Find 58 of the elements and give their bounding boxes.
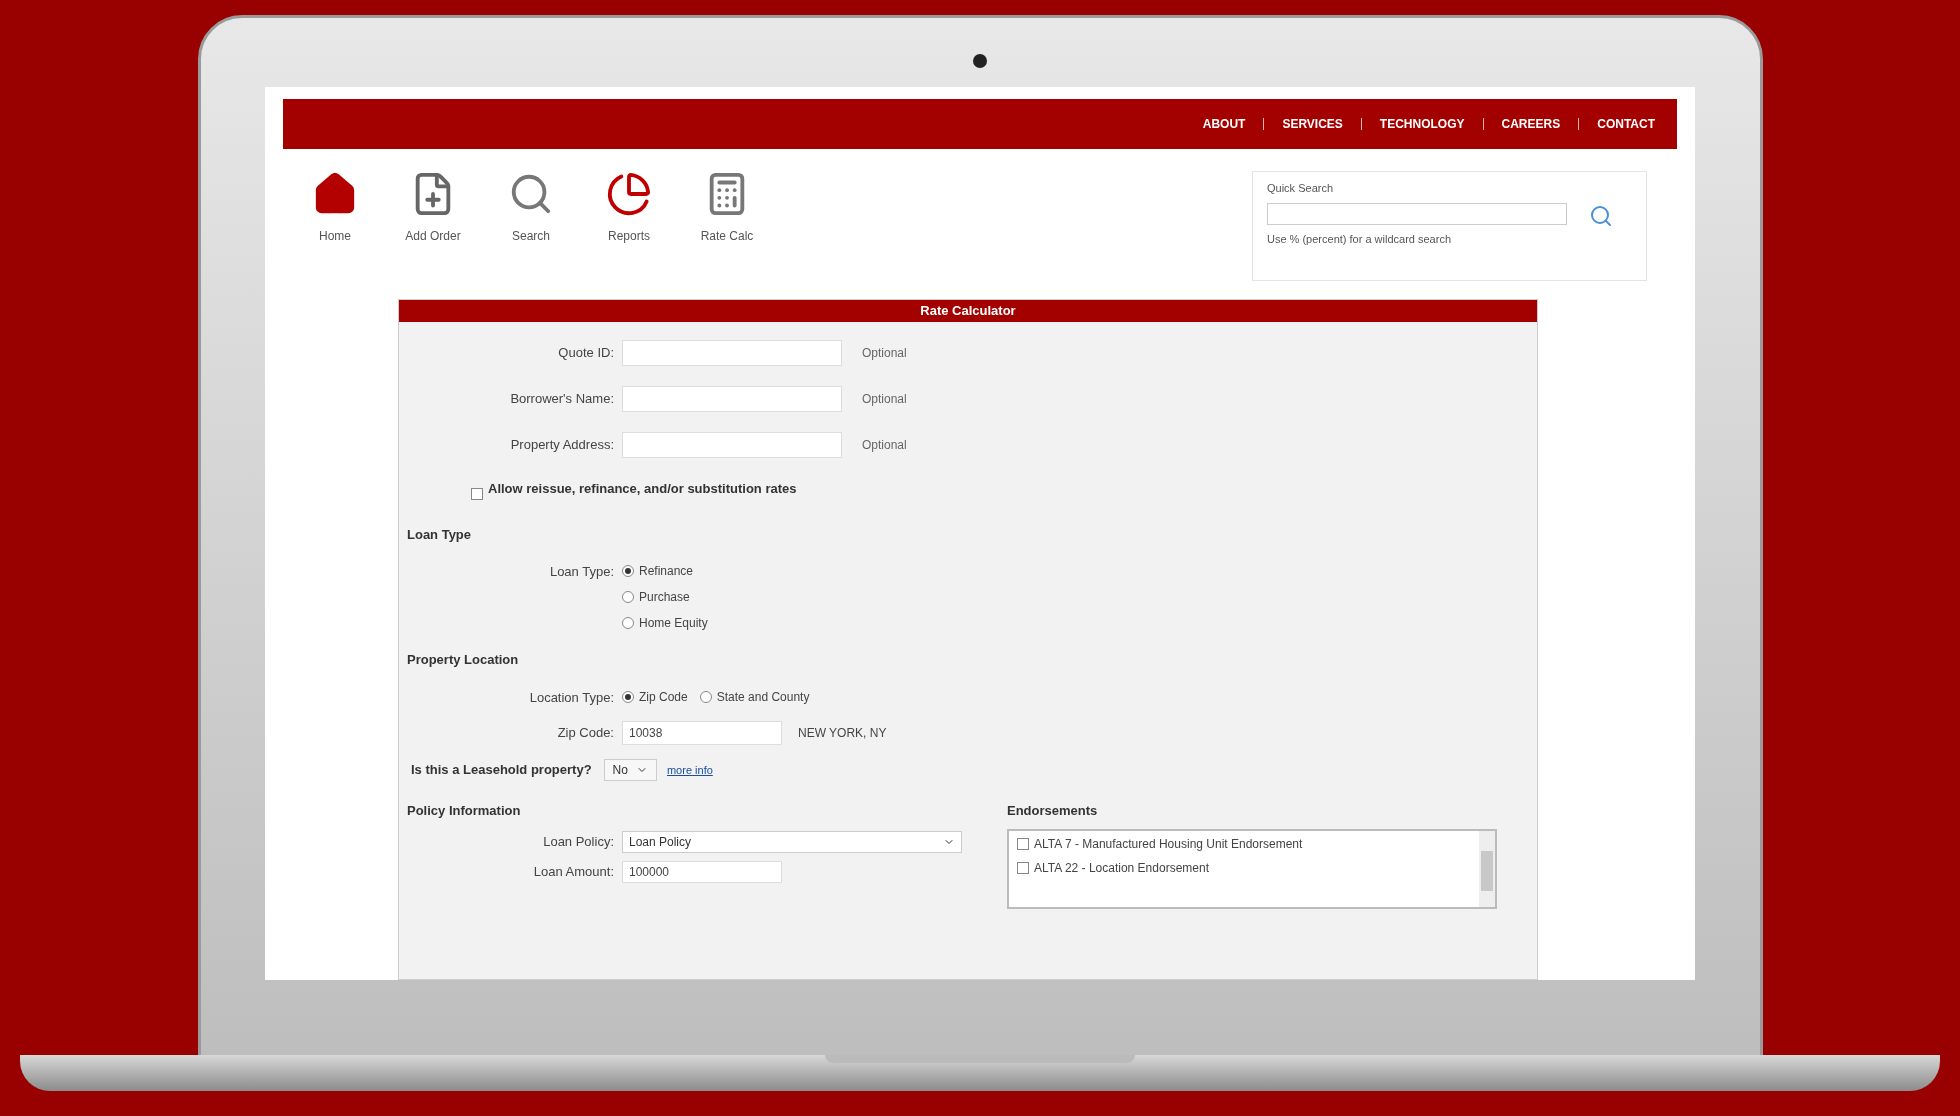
checkbox[interactable] [1017, 837, 1029, 850]
leasehold-question: Is this a Leasehold property? [411, 761, 592, 780]
radio-button[interactable] [622, 617, 634, 629]
more-info-link[interactable]: more info [666, 761, 713, 779]
checkbox[interactable] [471, 487, 483, 500]
optional-note: Optional [862, 437, 907, 454]
section-heading: Endorsements [1007, 802, 1098, 820]
optional-note: Optional [862, 345, 907, 362]
radio-label: Home Equity [639, 615, 708, 632]
radio-label: State and County [716, 689, 810, 707]
field-label: Zip Code: [557, 724, 614, 743]
field-label: Loan Amount: [533, 862, 614, 881]
panel-title: Rate Calculator [399, 300, 1537, 322]
search-icon[interactable] [1589, 204, 1613, 228]
radio-label: Zip Code [639, 689, 688, 707]
toolbar-button[interactable]: Add Order [395, 171, 471, 245]
search-hint: Use % (percent) for a wildcard search [1267, 231, 1452, 247]
leasehold-select[interactable]: No [603, 759, 657, 781]
toolbar-button[interactable]: Home [297, 171, 373, 245]
text-field[interactable] [622, 432, 842, 458]
radio-button[interactable] [699, 691, 712, 704]
optional-note: Optional [862, 391, 907, 408]
section-heading: Policy Information [407, 802, 521, 820]
radio-button[interactable] [622, 691, 634, 704]
field-label: Quote ID: [558, 344, 614, 363]
nav-link[interactable]: SERVICES [1282, 115, 1343, 133]
nav-link[interactable]: CONTACT [1597, 115, 1655, 133]
section-heading: Property Location [407, 651, 519, 669]
nav-link[interactable]: TECHNOLOGY [1379, 115, 1465, 133]
checkbox[interactable] [1017, 861, 1029, 874]
loan-policy-select[interactable]: Loan Policy [622, 830, 962, 853]
pie-chart-icon [606, 171, 652, 217]
field-label: Property Address: [510, 436, 614, 455]
reissue-label: Allow reissue, refinance, and/or substitution rates [488, 480, 798, 498]
loan-amount-field[interactable]: 100000 [622, 860, 782, 883]
quick-search-field[interactable] [1267, 202, 1567, 225]
nav-link[interactable]: ABOUT [1202, 115, 1246, 133]
toolbar-button[interactable]: Search [493, 171, 569, 245]
field-label: Loan Policy: [543, 832, 614, 851]
quick-search-label: Quick Search [1267, 181, 1335, 196]
endorsement-label: ALTA 7 - Manufactured Housing Unit Endorsement [1034, 835, 1303, 853]
text-field[interactable] [622, 340, 842, 366]
radio-label: Refinance [639, 563, 694, 580]
section-heading: Loan Type [407, 525, 472, 544]
field-label: Location Type: [529, 688, 614, 707]
text-field[interactable] [622, 386, 842, 412]
toolbar-button[interactable]: Reports [591, 171, 667, 245]
field-label: Borrower's Name: [510, 390, 614, 409]
city-text: NEW YORK, NY [798, 725, 887, 742]
field-label: Loan Type: [549, 563, 614, 581]
scrollbar[interactable] [1479, 830, 1495, 907]
nav-link[interactable]: CAREERS [1501, 115, 1561, 133]
zip-code-field[interactable]: 10038 [622, 721, 782, 745]
radio-button[interactable] [622, 591, 634, 603]
toolbar-button[interactable]: Rate Calc [689, 171, 765, 245]
radio-button[interactable] [622, 565, 634, 577]
endorsement-label: ALTA 22 - Location Endorsement [1034, 859, 1209, 877]
radio-label: Purchase [639, 589, 690, 606]
